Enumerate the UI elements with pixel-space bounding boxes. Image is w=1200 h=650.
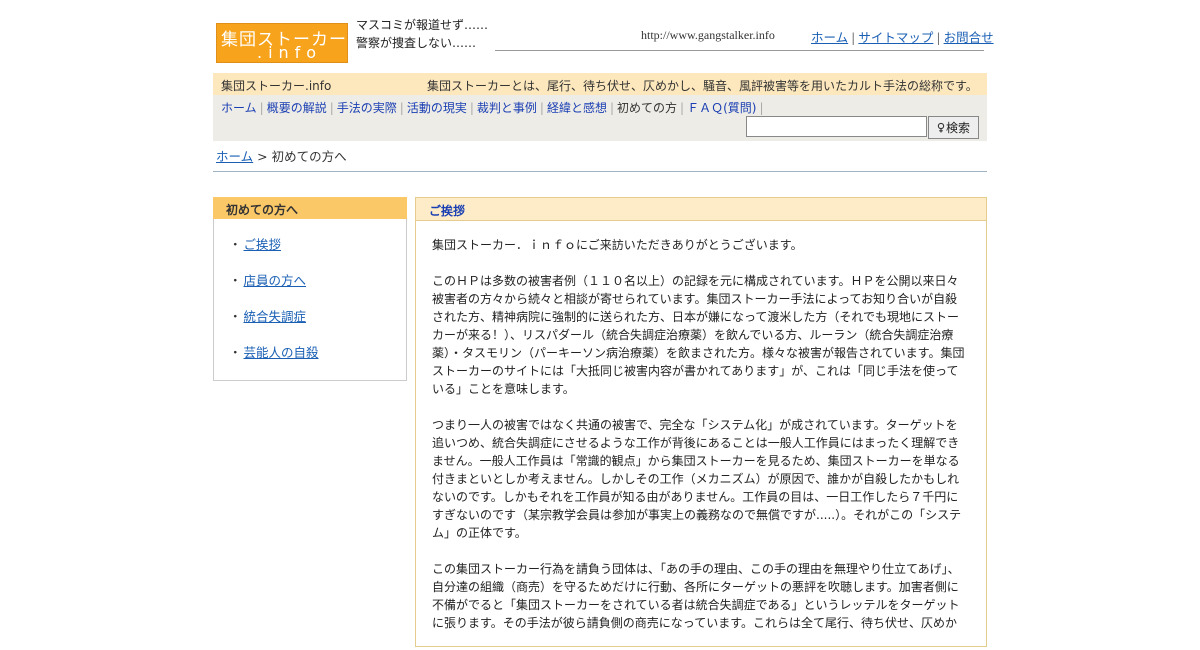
breadcrumb-current: 初めての方へ	[271, 149, 347, 164]
sidebar-item: ・芸能人の自殺	[229, 344, 319, 380]
main-nav: ホーム | 概要の解説 | 手法の実際 | 活動の現実 | 裁判と事例 | 経緯と感想 | 初めての方 |…	[221, 99, 766, 116]
separator: |	[680, 101, 685, 115]
sidebar-item: ・店員の方へ	[229, 272, 319, 308]
bullet: ・	[229, 345, 242, 360]
search-button-label: 検索	[945, 121, 970, 135]
nav-item-cases[interactable]: 裁判と事例	[477, 101, 537, 115]
paragraph: つまり一人の被害ではなく共通の被害で、完全な「システム化」が成されています。ター…	[432, 418, 962, 540]
separator: |	[399, 101, 404, 115]
site-logo[interactable]: 集団ストーカー .info	[216, 23, 348, 63]
paragraph: 集団ストーカー．ｉｎｆｏにご来訪いただきありがとうございます。	[432, 238, 803, 252]
sidebar-link-greeting[interactable]: ご挨拶	[244, 237, 282, 252]
sidebar-link-staff[interactable]: 店員の方へ	[244, 273, 307, 288]
nav-item-activities[interactable]: 活動の現実	[407, 101, 467, 115]
nav-item-beginners[interactable]: 初めての方	[617, 101, 677, 115]
sidebar-title: 初めての方へ	[213, 197, 407, 219]
separator: |	[329, 101, 334, 115]
band-description: 集団ストーカーとは、尾行、待ち伏せ、仄めかし、騒音、風評被害等を用いたカルト手法…	[427, 79, 978, 93]
sidebar-item: ・ご挨拶	[229, 236, 319, 272]
separator: |	[609, 101, 614, 115]
main-content: 集団ストーカー．ｉｎｆｏにご来訪いただきありがとうございます。 このＨＰは多数の…	[432, 236, 968, 650]
paragraph: このＨＰは多数の被害者例（１１０名以上）の記録を元に構成されています。ＨＰを公開…	[432, 274, 965, 396]
breadcrumb-home[interactable]: ホーム	[216, 149, 253, 164]
sidebar-link-celebrity[interactable]: 芸能人の自殺	[244, 345, 319, 360]
site-url: http://www.gangstalker.info	[641, 28, 775, 42]
separator: |	[539, 101, 544, 115]
band-site-name: 集団ストーカー.info	[221, 79, 332, 93]
separator: |	[851, 30, 856, 45]
nav-item-faq[interactable]: ＦＡＱ(質問)	[687, 101, 756, 115]
nav-item-home[interactable]: ホーム	[221, 101, 257, 115]
header-links: ホーム | サイトマップ | お問合せ	[811, 27, 994, 46]
separator: |	[936, 30, 941, 45]
logo-text-domain: .info	[257, 43, 323, 62]
header-rule	[495, 50, 984, 51]
nav-item-methods[interactable]: 手法の実際	[337, 101, 397, 115]
nav-item-thoughts[interactable]: 経緯と感想	[547, 101, 607, 115]
paragraph: この集団ストーカー行為を請負う団体は、「あの手の理由、この手の理由を無理やり仕立…	[432, 562, 960, 630]
search-button[interactable]: 検索	[928, 116, 979, 139]
main-title: ご挨拶	[415, 197, 987, 221]
header-link-contact[interactable]: お問合せ	[944, 30, 994, 45]
bullet: ・	[229, 273, 242, 288]
bullet: ・	[229, 237, 242, 252]
nav-item-overview[interactable]: 概要の解説	[267, 101, 327, 115]
separator: |	[759, 101, 764, 115]
separator: |	[259, 101, 264, 115]
search-icon	[937, 122, 945, 133]
sidebar-list: ・ご挨拶 ・店員の方へ ・統合失調症 ・芸能人の自殺	[229, 236, 319, 380]
site-tagline: マスコミが報道せず…… 警察が捜査しない……	[356, 18, 501, 50]
search-input[interactable]	[746, 116, 927, 137]
separator: |	[469, 101, 474, 115]
content-divider	[213, 171, 987, 172]
header-link-home[interactable]: ホーム	[811, 30, 848, 45]
breadcrumb-separator: >	[257, 149, 268, 164]
header-link-sitemap[interactable]: サイトマップ	[858, 30, 933, 45]
breadcrumb: ホーム > 初めての方へ	[216, 146, 347, 165]
bullet: ・	[229, 309, 242, 324]
sidebar-link-schizophrenia[interactable]: 統合失調症	[244, 309, 307, 324]
sidebar-item: ・統合失調症	[229, 308, 319, 344]
